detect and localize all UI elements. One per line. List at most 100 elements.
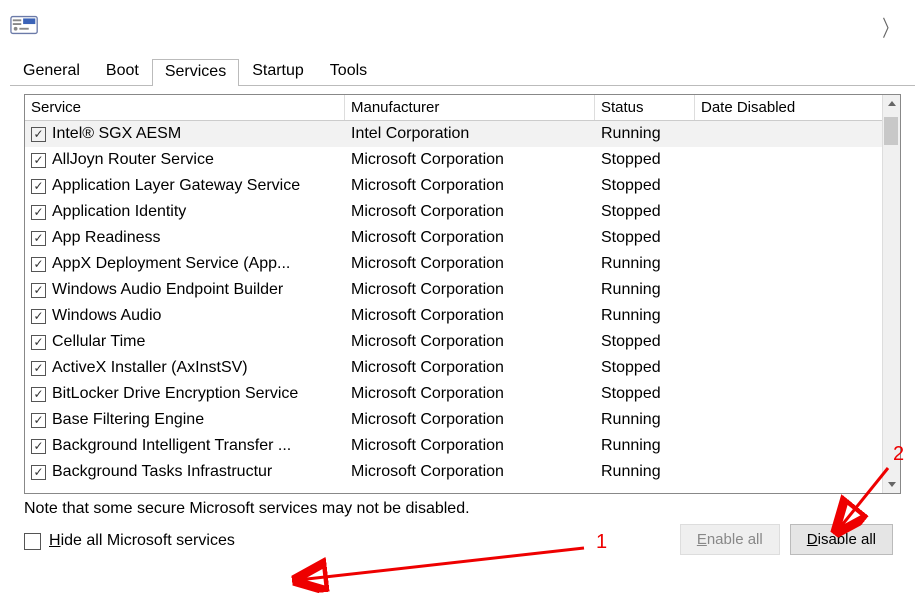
service-date-disabled [695, 459, 882, 485]
service-date-disabled [695, 303, 882, 329]
service-name: Application Identity [52, 200, 186, 224]
table-row[interactable]: ✓ Windows Audio Endpoint Builder Microsoft… [25, 277, 882, 303]
scroll-up-icon[interactable] [883, 95, 900, 113]
app-icon [10, 13, 40, 41]
table-row[interactable]: ✓ Application Layer Gateway Service Micros… [25, 173, 882, 199]
table-row[interactable]: ✓ Background Intelligent Transfer ... Micr… [25, 433, 882, 459]
service-date-disabled [695, 251, 882, 277]
service-mfg: Microsoft Corporation [345, 225, 595, 251]
col-status[interactable]: Status [595, 95, 695, 120]
service-mfg: Microsoft Corporation [345, 277, 595, 303]
service-name: AppX Deployment Service (App... [52, 252, 290, 276]
hide-ms-checkbox[interactable] [24, 533, 41, 550]
service-date-disabled [695, 225, 882, 251]
row-checkbox[interactable]: ✓ [31, 205, 46, 220]
table-row[interactable]: ✓ Windows Audio Microsoft CorporationRunni… [25, 303, 882, 329]
service-date-disabled [695, 381, 882, 407]
service-status: Running [595, 433, 695, 459]
disable-all-button[interactable]: Disable all [790, 524, 893, 555]
service-mfg: Microsoft Corporation [345, 407, 595, 433]
tab-tools[interactable]: Tools [317, 58, 380, 85]
service-date-disabled [695, 121, 882, 147]
service-name: Base Filtering Engine [52, 408, 204, 432]
hide-ms-label[interactable]: Hide all Microsoft services [49, 532, 235, 550]
service-status: Running [595, 251, 695, 277]
service-mfg: Microsoft Corporation [345, 329, 595, 355]
row-checkbox[interactable]: ✓ [31, 127, 46, 142]
service-mfg: Microsoft Corporation [345, 433, 595, 459]
row-checkbox[interactable]: ✓ [31, 465, 46, 480]
service-mfg: Microsoft Corporation [345, 147, 595, 173]
tab-services[interactable]: Services [152, 59, 239, 86]
service-mfg: Microsoft Corporation [345, 251, 595, 277]
col-date-disabled[interactable]: Date Disabled [695, 95, 882, 120]
table-row[interactable]: ✓ Application Identity Microsoft Corporati… [25, 199, 882, 225]
service-name: Application Layer Gateway Service [52, 174, 300, 198]
service-date-disabled [695, 407, 882, 433]
service-date-disabled [695, 433, 882, 459]
table-row[interactable]: ✓Intel® SGX AESMIntel CorporationRunning [25, 121, 882, 147]
service-mfg: Microsoft Corporation [345, 355, 595, 381]
service-date-disabled [695, 199, 882, 225]
table-row[interactable]: ✓ ActiveX Installer (AxInstSV) Microsoft C… [25, 355, 882, 381]
service-date-disabled [695, 329, 882, 355]
col-manufacturer[interactable]: Manufacturer [345, 95, 595, 120]
services-list[interactable]: Service Manufacturer Status Date Disable… [24, 94, 901, 494]
service-mfg: Microsoft Corporation [345, 459, 595, 485]
row-checkbox[interactable]: ✓ [31, 413, 46, 428]
col-service[interactable]: Service [25, 95, 345, 120]
table-row[interactable]: ✓ Base Filtering Engine Microsoft Corporat… [25, 407, 882, 433]
service-name: AllJoyn Router Service [52, 148, 214, 172]
tab-bar: General Boot Services Startup Tools [10, 58, 915, 86]
service-name: ActiveX Installer (AxInstSV) [52, 356, 248, 380]
table-row[interactable]: ✓ AllJoyn Router Service Microsoft Corpora… [25, 147, 882, 173]
enable-all-button[interactable]: Enable all [680, 524, 780, 555]
scroll-down-icon[interactable] [883, 475, 900, 493]
service-name: Windows Audio [52, 304, 161, 328]
chevron-right-icon[interactable]: 〉 [882, 11, 897, 43]
row-checkbox[interactable]: ✓ [31, 387, 46, 402]
service-status: Stopped [595, 329, 695, 355]
column-headers[interactable]: Service Manufacturer Status Date Disable… [25, 95, 900, 121]
scroll-thumb[interactable] [884, 117, 898, 145]
row-checkbox[interactable]: ✓ [31, 257, 46, 272]
service-name: BitLocker Drive Encryption Service [52, 382, 298, 406]
service-name: Background Tasks Infrastructur [52, 460, 272, 484]
scrollbar[interactable] [882, 95, 900, 493]
service-name: Intel® SGX AESM [52, 122, 181, 146]
table-row[interactable]: ✓BitLocker Drive Encryption ServiceMicro… [25, 381, 882, 407]
service-date-disabled [695, 277, 882, 303]
row-checkbox[interactable]: ✓ [31, 335, 46, 350]
service-mfg: Microsoft Corporation [345, 199, 595, 225]
tab-startup[interactable]: Startup [239, 58, 317, 85]
service-name: Background Intelligent Transfer ... [52, 434, 291, 458]
row-checkbox[interactable]: ✓ [31, 283, 46, 298]
row-checkbox[interactable]: ✓ [31, 361, 46, 376]
service-status: Stopped [595, 199, 695, 225]
row-checkbox[interactable]: ✓ [31, 179, 46, 194]
table-row[interactable]: ✓App ReadinessMicrosoft CorporationStopp… [25, 225, 882, 251]
note-text: Note that some secure Microsoft services… [24, 500, 901, 518]
table-row[interactable]: ✓ AppX Deployment Service (App... Microsof… [25, 251, 882, 277]
table-row[interactable]: ✓ Background Tasks Infrastructur Microsoft… [25, 459, 882, 485]
service-status: Stopped [595, 355, 695, 381]
row-checkbox[interactable]: ✓ [31, 439, 46, 454]
service-date-disabled [695, 173, 882, 199]
service-status: Running [595, 459, 695, 485]
service-status: Stopped [595, 225, 695, 251]
service-name: Windows Audio Endpoint Builder [52, 278, 283, 302]
service-name: Cellular Time [52, 330, 145, 354]
service-status: Running [595, 407, 695, 433]
service-status: Stopped [595, 173, 695, 199]
service-date-disabled [695, 355, 882, 381]
row-checkbox[interactable]: ✓ [31, 231, 46, 246]
tab-boot[interactable]: Boot [93, 58, 152, 85]
service-mfg: Microsoft Corporation [345, 303, 595, 329]
row-checkbox[interactable]: ✓ [31, 153, 46, 168]
service-status: Stopped [595, 381, 695, 407]
table-row[interactable]: ✓ Cellular Time Microsoft CorporationStopp… [25, 329, 882, 355]
service-status: Running [595, 303, 695, 329]
service-mfg: Microsoft Corporation [345, 173, 595, 199]
row-checkbox[interactable]: ✓ [31, 309, 46, 324]
tab-general[interactable]: General [10, 58, 93, 85]
